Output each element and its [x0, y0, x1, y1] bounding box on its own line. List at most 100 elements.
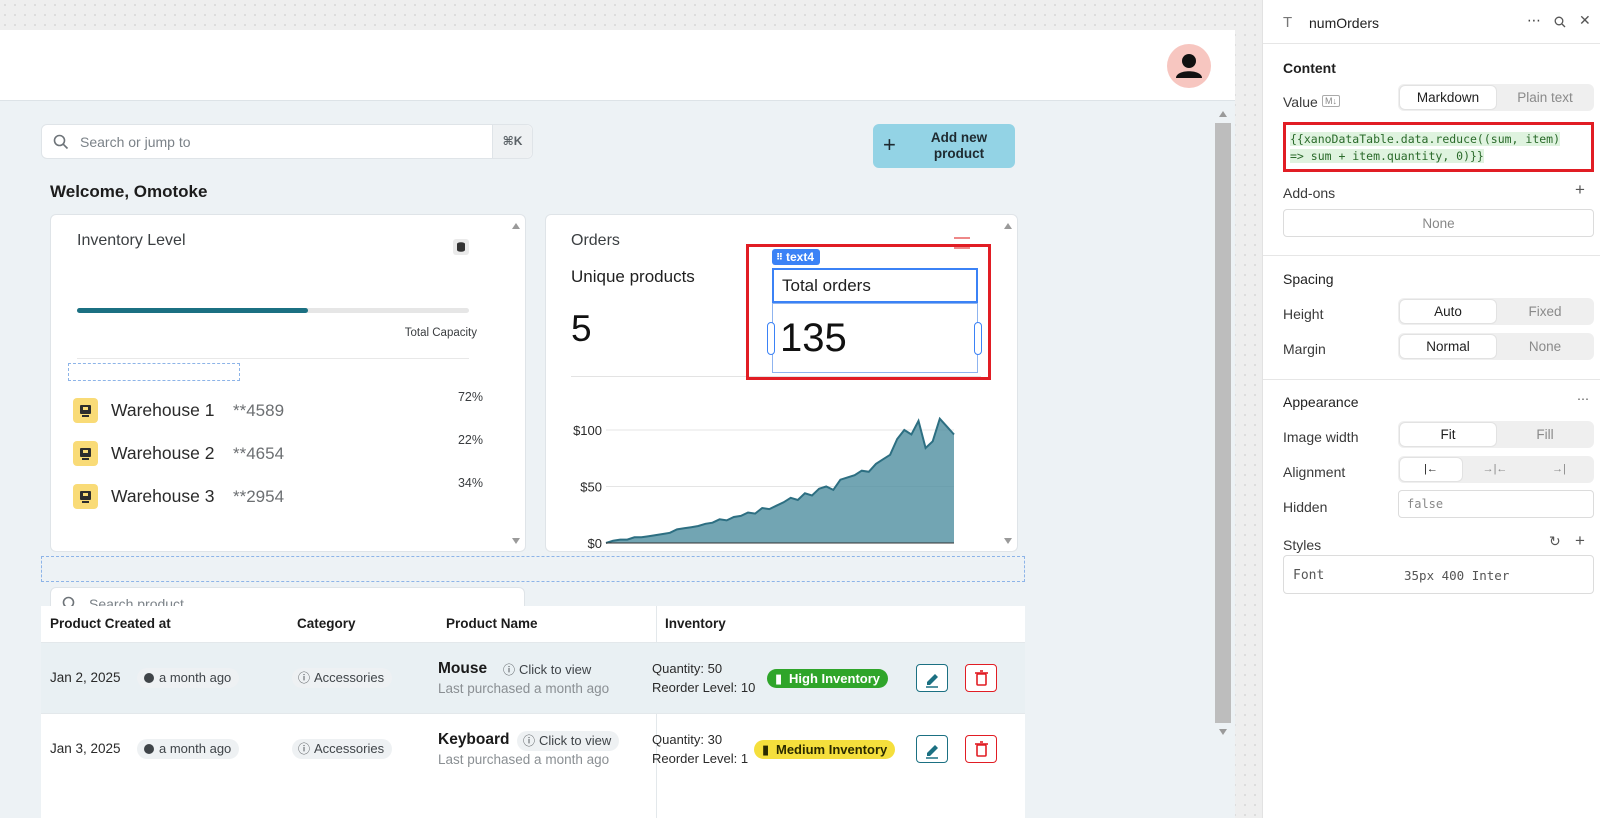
addons-field[interactable]: None: [1283, 209, 1594, 237]
selection-tag[interactable]: ⠿ text4: [772, 249, 821, 265]
info-icon: ⓘ: [503, 663, 516, 677]
capacity-label: Total Capacity: [404, 327, 477, 339]
total-orders-label-box[interactable]: Total orders: [772, 268, 978, 303]
capacity-progress-fill: [77, 308, 309, 313]
value-code-editor[interactable]: {{xanoDataTable.data.reduce((sum, item) …: [1283, 122, 1594, 172]
card-menu-icon[interactable]: [954, 237, 970, 249]
code-line: {{xanoDataTable.data.reduce((sum, item): [1290, 132, 1561, 146]
column-header[interactable]: Product Name: [446, 606, 538, 642]
total-orders-value: 135: [780, 316, 847, 360]
database-icon[interactable]: [453, 239, 469, 255]
add-product-button[interactable]: + Add new product: [873, 124, 1015, 168]
normal-option[interactable]: Normal: [1400, 335, 1496, 358]
markdown-option[interactable]: Markdown: [1400, 86, 1496, 109]
more-options-icon[interactable]: ⋯: [1577, 392, 1589, 406]
table-row[interactable]: Jan 2, 2025 a month ago ⓘ Accessories Mo…: [41, 642, 1025, 713]
none-option[interactable]: None: [1498, 335, 1592, 358]
refresh-icon[interactable]: ↻: [1549, 533, 1561, 550]
app-scrollbar[interactable]: [1213, 109, 1231, 738]
height-label: Height: [1283, 306, 1324, 322]
click-to-view-link[interactable]: ⓘ Click to view: [497, 660, 599, 680]
card-scrollbar[interactable]: [999, 215, 1017, 551]
drop-zone: [41, 556, 1025, 582]
spacing-heading: Spacing: [1283, 271, 1334, 287]
plus-icon: +: [883, 132, 896, 157]
orders-title: Orders: [571, 232, 620, 249]
component-name[interactable]: numOrders: [1309, 15, 1379, 31]
monitor-icon: [73, 398, 98, 423]
hidden-field[interactable]: false: [1398, 490, 1594, 518]
column-header[interactable]: Inventory: [665, 606, 726, 642]
warehouse-row[interactable]: Warehouse 1 **4589 72%: [73, 390, 483, 426]
fit-option[interactable]: Fit: [1400, 423, 1496, 446]
table-row[interactable]: Jan 3, 2025 a month ago ⓘ Accessories Ke…: [41, 713, 1025, 784]
appearance-heading: Appearance: [1283, 394, 1359, 410]
time-ago-badge: a month ago: [137, 739, 240, 759]
capacity-progress-bar: [77, 308, 469, 313]
unique-products-label: Unique products: [571, 267, 695, 286]
code-line: => sum + item.quantity, 0)}}: [1290, 149, 1484, 163]
card-scrollbar[interactable]: [507, 215, 525, 551]
y-tick-label: $0: [588, 536, 602, 550]
unique-products-value: 5: [571, 308, 592, 349]
app-header: [0, 30, 1235, 101]
trash-icon: [975, 670, 988, 686]
info-icon: ⓘ: [298, 671, 311, 685]
image-width-label: Image width: [1283, 429, 1359, 445]
monitor-icon: [73, 441, 98, 466]
warehouse-row[interactable]: Warehouse 3 **2954 34%: [73, 476, 483, 512]
auto-option[interactable]: Auto: [1400, 300, 1496, 323]
alignment-label: Alignment: [1283, 464, 1346, 480]
edit-button[interactable]: [916, 735, 948, 763]
margin-label: Margin: [1283, 341, 1326, 357]
total-orders-value-box[interactable]: 135: [772, 303, 978, 373]
font-style-row[interactable]: Font 35px 400 Inter: [1283, 555, 1594, 594]
user-icon: [1176, 54, 1202, 78]
time-ago-badge: a month ago: [137, 668, 240, 688]
close-icon[interactable]: ✕: [1579, 12, 1591, 29]
total-orders-label: Total orders: [782, 276, 871, 295]
orders-area-chart: $0 $50 $100 10 20 30 40: [573, 416, 955, 550]
search-icon[interactable]: [1554, 16, 1566, 28]
click-to-view-link[interactable]: ⓘ Click to view: [517, 731, 620, 751]
pencil-icon: [926, 745, 938, 759]
alignment-toggle: |← →|← →|: [1398, 456, 1594, 483]
inventory-status-badge: ▮ Medium Inventory: [754, 740, 896, 759]
add-button-label-1: Add new: [930, 130, 988, 145]
image-width-toggle: Fit Fill: [1398, 421, 1594, 448]
warehouse-row[interactable]: Warehouse 2 **4654 22%: [73, 433, 483, 469]
search-icon: [53, 134, 69, 150]
column-header[interactable]: Product Created at: [50, 606, 171, 642]
x-tick-label: 20: [741, 549, 755, 550]
add-addon-icon[interactable]: +: [1575, 180, 1585, 200]
user-avatar[interactable]: [1167, 44, 1211, 88]
drag-handle-icon: ⠿: [776, 252, 784, 262]
trash-icon: [975, 741, 988, 757]
more-options-icon[interactable]: ⋯: [1527, 12, 1541, 29]
delete-button[interactable]: [965, 735, 997, 763]
delete-button[interactable]: [965, 664, 997, 692]
add-style-icon[interactable]: +: [1575, 531, 1585, 551]
global-search-input[interactable]: Search or jump to ⌘K: [41, 124, 533, 159]
product-name: Keyboard: [438, 731, 510, 748]
addons-label: Add-ons: [1283, 185, 1336, 201]
app-preview: Search or jump to ⌘K + Add new product W…: [0, 30, 1235, 818]
edit-button[interactable]: [916, 664, 948, 692]
align-right-icon[interactable]: →|: [1528, 458, 1590, 481]
align-center-icon[interactable]: →|←: [1464, 458, 1526, 481]
resize-handle-left[interactable]: [767, 322, 775, 355]
inventory-title: Inventory Level: [77, 232, 186, 249]
height-toggle: Auto Fixed: [1398, 298, 1594, 325]
value-label: Value: [1283, 94, 1318, 110]
x-tick-label: 10: [670, 549, 684, 550]
info-icon: ⓘ: [523, 734, 536, 748]
orders-area-series: [606, 418, 954, 543]
resize-handle-right[interactable]: [974, 322, 982, 355]
properties-panel: T numOrders ⋯ ✕ Content Value M↓ Markdow…: [1262, 0, 1600, 818]
fixed-option[interactable]: Fixed: [1498, 300, 1592, 323]
plain-text-option[interactable]: Plain text: [1498, 86, 1592, 109]
column-header[interactable]: Category: [297, 606, 356, 642]
align-left-icon[interactable]: |←: [1400, 458, 1462, 481]
markdown-icon: M↓: [1322, 95, 1340, 107]
fill-option[interactable]: Fill: [1498, 423, 1592, 446]
